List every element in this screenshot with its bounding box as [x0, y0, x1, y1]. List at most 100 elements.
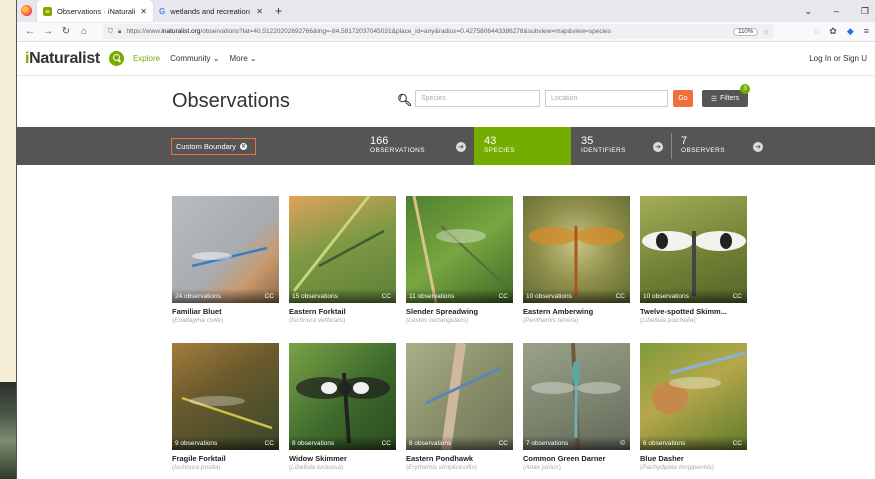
scientific-name: (Erythemis simplicicollis)	[406, 464, 477, 471]
zoom-level[interactable]: 110%	[733, 27, 759, 36]
observation-count: 6 observations	[643, 440, 686, 447]
observation-count: 11 observations	[409, 293, 455, 300]
species-photo[interactable]: 24 observations CC	[172, 196, 279, 303]
tab-title: Observations · iNaturalist	[57, 6, 136, 16]
common-name[interactable]: Blue Dasher	[640, 454, 747, 463]
observations-header: Observations 🔍︎ Species Location Go ☰ Fi…	[17, 76, 875, 127]
common-name[interactable]: Familiar Bluet	[172, 307, 279, 316]
window-controls: ⌄ – ❐	[804, 0, 875, 22]
bookmark-star-icon[interactable]: ☆	[763, 28, 769, 36]
species-card[interactable]: 7 observations © Common Green Darner (Ana…	[523, 343, 630, 479]
observation-count: 10 observations	[526, 293, 572, 300]
stat-observations[interactable]: 166 OBSERVATIONS ➔	[360, 127, 474, 165]
license-badge: CC	[381, 293, 391, 300]
photo-overlay: 10 observations CC	[640, 289, 747, 303]
main-nav: Explore Community ⌄ More ⌄	[133, 54, 257, 63]
restore-icon[interactable]: ❐	[861, 6, 869, 17]
address-bar[interactable]: ⛉ 🔒︎ https://www.inaturalist.org/observa…	[103, 24, 774, 39]
stat-species[interactable]: 43 SPECIES	[474, 127, 571, 165]
common-name[interactable]: Slender Spreadwing	[406, 307, 513, 316]
close-icon[interactable]: ✕	[140, 7, 147, 16]
species-card[interactable]: 9 observations CC Fragile Forktail (Ischn…	[172, 343, 279, 479]
custom-boundary-button[interactable]: Custom Boundary ✕	[171, 138, 256, 155]
species-search-input[interactable]: Species	[415, 90, 540, 107]
species-photo[interactable]: 7 observations ©	[523, 343, 630, 450]
inaturalist-favicon-icon	[43, 6, 52, 16]
reload-icon[interactable]: ↻	[59, 26, 73, 37]
nav-community[interactable]: Community ⌄	[170, 54, 219, 63]
pocket-icon[interactable]: ◌	[814, 26, 819, 37]
species-photo[interactable]: 10 observations CC	[640, 196, 747, 303]
scientific-name: (Libellula pulchella)	[640, 317, 696, 324]
stat-observers[interactable]: 7 OBSERVERS ➔	[671, 127, 771, 165]
common-name[interactable]: Widow Skimmer	[289, 454, 396, 463]
license-badge: CC	[615, 293, 625, 300]
species-card[interactable]: 8 observations CC Widow Skimmer (Libellul…	[289, 343, 396, 479]
species-photo[interactable]: 11 observations CC	[406, 196, 513, 303]
species-photo[interactable]: 8 observations CC	[289, 343, 396, 450]
license-badge: ©	[620, 440, 625, 447]
species-card[interactable]: 24 observations CC Familiar Bluet (Enalla…	[172, 196, 279, 336]
common-name[interactable]: Common Green Darner	[523, 454, 630, 463]
filters-count-badge: 3	[740, 84, 750, 94]
toolbar-icons: ◌ ✿ ◆ ≡	[814, 26, 869, 37]
nav-explore[interactable]: Explore	[133, 54, 160, 63]
license-badge: CC	[732, 293, 742, 300]
arrow-right-icon: ➔	[456, 142, 466, 152]
photo-overlay: 11 observations CC	[406, 289, 513, 303]
close-circle-icon[interactable]: ✕	[240, 143, 248, 150]
common-name[interactable]: Twelve-spotted Skimm...	[640, 307, 747, 316]
back-icon[interactable]: ←	[23, 26, 37, 37]
scientific-name: (Libellula luctuosa)	[289, 464, 344, 471]
observation-count: 24 observations	[175, 293, 221, 300]
account-icon[interactable]: ◆	[847, 26, 854, 37]
species-photo[interactable]: 9 observations CC	[172, 343, 279, 450]
common-name[interactable]: Fragile Forktail	[172, 454, 279, 463]
new-tab-button[interactable]: +	[269, 0, 288, 22]
species-card[interactable]: 8 observations CC Eastern Pondhawk (Eryth…	[406, 343, 513, 479]
species-card[interactable]: 11 observations CC Slender Spreadwing (Le…	[406, 196, 513, 336]
go-button[interactable]: Go	[673, 90, 693, 107]
minimize-icon[interactable]: –	[834, 6, 839, 16]
login-link[interactable]: Log In or Sign U	[809, 54, 867, 63]
common-name[interactable]: Eastern Forktail	[289, 307, 396, 316]
species-photo[interactable]: 6 observations CC	[640, 343, 747, 450]
species-photo[interactable]: 15 observations CC	[289, 196, 396, 303]
scientific-name: (Ischnura posita)	[172, 464, 221, 471]
sliders-icon: ☰	[710, 95, 718, 103]
license-badge: CC	[732, 440, 742, 447]
common-name[interactable]: Eastern Amberwing	[523, 307, 630, 316]
arrow-right-icon: ➔	[753, 142, 763, 152]
common-name[interactable]: Eastern Pondhawk	[406, 454, 513, 463]
nav-more[interactable]: More ⌄	[229, 54, 256, 63]
stat-identifiers[interactable]: 35 IDENTIFIERS ➔	[571, 127, 671, 165]
menu-icon[interactable]: ≡	[864, 26, 869, 37]
species-photo[interactable]: 8 observations CC	[406, 343, 513, 450]
forward-icon[interactable]: →	[41, 26, 55, 37]
species-card[interactable]: 6 observations CC Blue Dasher (Pachydipla…	[640, 343, 747, 479]
species-card[interactable]: 15 observations CC Eastern Forktail (Isch…	[289, 196, 396, 336]
photo-overlay: 6 observations CC	[640, 436, 747, 450]
species-card[interactable]: 10 observations CC Eastern Amberwing (Per…	[523, 196, 630, 336]
photo-overlay: 8 observations CC	[406, 436, 513, 450]
photo-overlay: 10 observations CC	[523, 289, 630, 303]
page-title: Observations	[172, 90, 290, 112]
species-photo[interactable]: 10 observations CC	[523, 196, 630, 303]
desktop-wallpaper	[0, 382, 16, 479]
list-tabs-icon[interactable]: ⌄	[804, 6, 812, 17]
search-icon[interactable]	[108, 51, 124, 66]
lock-icon[interactable]: 🔒︎	[118, 28, 121, 36]
observation-count: 9 observations	[175, 440, 218, 447]
home-icon[interactable]: ⌂	[77, 26, 91, 37]
close-icon[interactable]: ✕	[256, 7, 263, 16]
inaturalist-logo[interactable]: iNaturalist	[25, 50, 100, 68]
extensions-icon[interactable]: ✿	[829, 26, 837, 37]
browser-window: Observations · iNaturalist ✕ G wetlands …	[16, 0, 875, 479]
species-card[interactable]: 10 observations CC Twelve-spotted Skimm..…	[640, 196, 747, 336]
license-badge: CC	[498, 293, 508, 300]
firefox-icon[interactable]	[21, 5, 32, 16]
tab-observations[interactable]: Observations · iNaturalist ✕	[37, 0, 153, 22]
tab-google-search[interactable]: G wetlands and recreation - Goo ✕	[153, 0, 269, 22]
location-search-input[interactable]: Location	[545, 90, 668, 107]
shield-icon[interactable]: ⛉	[108, 28, 113, 36]
